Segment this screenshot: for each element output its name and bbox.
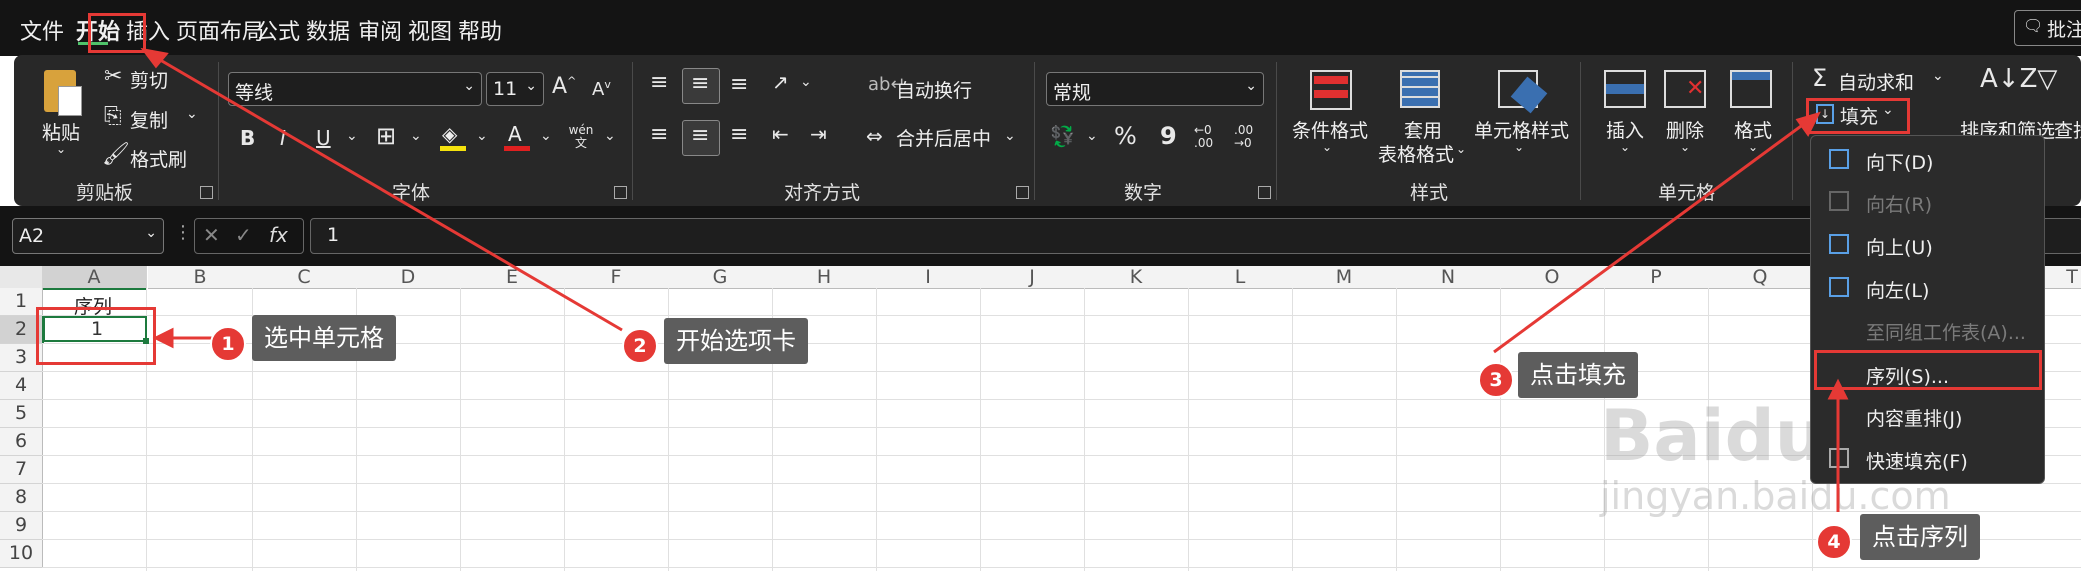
callout-3: 点击填充 <box>1518 352 1638 398</box>
callout-2: 开始选项卡 <box>664 318 808 364</box>
highlight-series-item <box>1814 350 2042 390</box>
highlight-home-tab <box>88 13 146 53</box>
highlight-fill-button <box>1806 98 1910 134</box>
callout-1: 选中单元格 <box>252 315 396 361</box>
arrow-3 <box>1493 116 1813 354</box>
callout-4: 点击序列 <box>1860 514 1980 560</box>
highlight-cell-selection <box>36 307 156 365</box>
annotation-arrows <box>140 47 1849 512</box>
arrow-2 <box>149 52 623 332</box>
step-badge-4: 4 <box>1816 524 1852 560</box>
step-badge-3: 3 <box>1478 362 1514 398</box>
step-badge-2: 2 <box>622 328 658 364</box>
arrow-2-head <box>140 47 169 69</box>
step-badge-1: 1 <box>210 326 246 362</box>
arrow-1-head <box>152 327 174 349</box>
